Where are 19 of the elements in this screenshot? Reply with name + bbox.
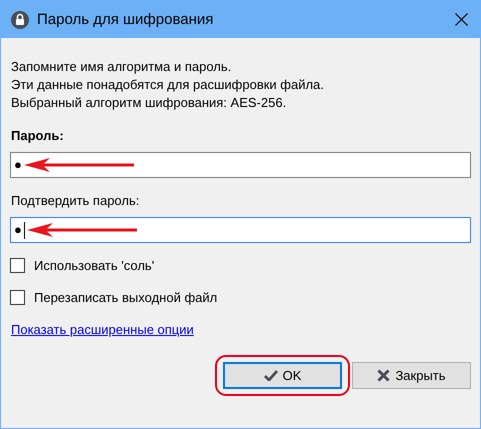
info-text: Запомните имя алгоритма и пароль. xyxy=(11,59,232,75)
info-text: Эти данные понадобятся для расшифровки файла. xyxy=(11,77,325,93)
password-field[interactable]: ● xyxy=(10,152,471,178)
info-text: Выбранный алгоритм шифрования: AES-256. xyxy=(11,95,288,111)
window-title: Пароль для шифрования xyxy=(37,11,214,28)
close-button[interactable]: Закрыть xyxy=(352,362,471,389)
field-label: Пароль: xyxy=(10,128,65,144)
lock-icon xyxy=(11,10,29,28)
field-label: Подтвердить пароль: xyxy=(10,193,140,209)
checkbox[interactable] xyxy=(10,290,25,305)
close-icon[interactable] xyxy=(455,13,468,26)
checkbox-label: Использовать 'соль' xyxy=(34,258,154,273)
checkmark-icon xyxy=(264,370,278,381)
checkbox-label: Перезаписать выходной файл xyxy=(34,290,218,305)
checkbox[interactable] xyxy=(10,258,25,273)
close-icon xyxy=(377,369,390,382)
ok-button[interactable]: OK xyxy=(223,362,342,389)
password-field[interactable]: ● xyxy=(10,217,471,243)
advanced-options-link[interactable]: Показать расширенные опции xyxy=(10,322,194,337)
